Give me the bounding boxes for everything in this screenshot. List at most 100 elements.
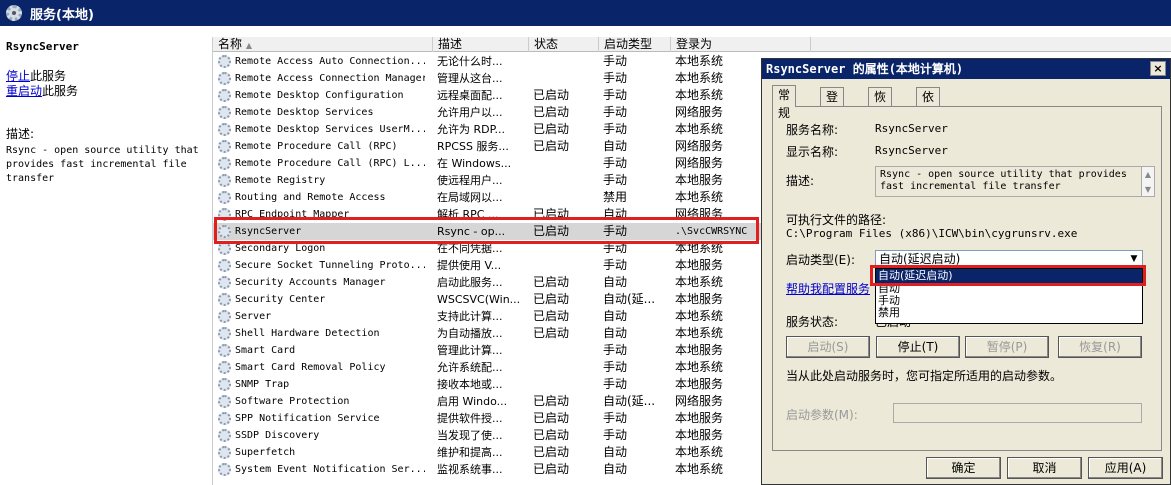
params-input[interactable] [893,403,1142,423]
row-name: Shell Hardware Detection [235,328,380,339]
row-startup: 自动(延... [603,292,656,306]
highlight-selected-row [214,217,759,244]
service-gear-icon [218,276,231,289]
dialog-title-bar: RsyncServer 的属性(本地计算机) × [762,59,1170,79]
stop-service-link[interactable]: 停止 [6,69,30,83]
window-title: 服务(本地) [30,7,94,23]
tab-dependencies[interactable]: 依存关系 [916,87,941,158]
row-logon: 本地服务 [675,343,724,357]
service-gear-icon [218,344,231,357]
row-startup: 手动 [603,411,628,425]
column-header-startup[interactable]: 启动类型 [599,37,671,52]
row-name: Superfetch [235,447,296,458]
row-startup: 自动(延... [603,394,656,408]
service-gear-icon [218,446,231,459]
column-header-name[interactable]: 名称 ▲ [213,37,433,52]
service-gear-icon [218,293,231,306]
service-name-label: 服务名称: [786,123,839,137]
service-gear-icon [218,55,231,68]
description-scrollbar[interactable]: ▲ ▼ [1141,166,1155,197]
help-configure-link[interactable]: 帮助我配置服务 [786,280,870,297]
row-description: 监视系统事... [437,463,503,476]
restart-service-link[interactable]: 重启动 [6,84,42,98]
ok-button[interactable]: 确定 [926,457,1001,479]
description-text: Rsync - open source utility that provide… [6,145,199,184]
general-tab-panel: 服务名称: RsyncServer 显示名称: RsyncServer 描述: … [772,106,1162,451]
status-label: 服务状态: [786,315,839,329]
startup-option-manual[interactable]: 手动 [876,295,1142,307]
row-name: Remote Procedure Call (RPC) L... [235,158,425,169]
column-header-logon[interactable]: 登录为 [671,37,811,52]
gear-icon [6,5,22,21]
row-name: Smart Card Removal Policy [235,362,386,373]
row-status: 已启动 [533,309,570,323]
row-description: 在 Windows... [437,157,512,170]
apply-button[interactable]: 应用(A) [1088,457,1163,479]
row-description: 允许用户以... [437,106,503,119]
service-gear-icon [218,174,231,187]
row-description: 当发现了使... [437,429,503,442]
display-name-label: 显示名称: [786,145,839,159]
row-logon: 本地系统 [675,360,724,374]
row-logon: 本地系统 [675,71,724,85]
row-name: Security Accounts Manager [235,277,386,288]
row-name: Remote Registry [235,175,326,186]
row-description: 管理此计算... [437,344,503,357]
row-logon: 本地系统 [675,122,724,136]
tab-logon[interactable]: 登录 [820,87,845,122]
row-status: 已启动 [533,275,570,289]
row-name: Remote Desktop Services UserM... [235,124,425,135]
row-startup: 手动 [603,88,628,102]
row-logon: 本地系统 [675,326,724,340]
row-logon: 本地服务 [675,411,724,425]
params-hint: 当从此处启动服务时，您可指定所适用的启动参数。 [786,369,1063,383]
sort-arrow-icon: ▲ [245,41,252,50]
start-button[interactable]: 启动(S) [786,336,870,358]
properties-dialog: RsyncServer 的属性(本地计算机) × 常规 登录 恢复 依存关系 服… [761,58,1171,485]
row-name: Secure Socket Tunneling Proto... [235,260,425,271]
row-description: 远程桌面配... [437,89,503,102]
row-startup: 手动 [603,122,628,136]
column-header-status[interactable]: 状态 [529,37,599,52]
selected-service-name: RsyncServer [6,40,79,53]
row-startup: 自动 [603,462,628,476]
stop-service-suffix: 此服务 [30,69,67,83]
service-name-value: RsyncServer [875,122,948,135]
tab-recovery[interactable]: 恢复 [868,87,893,122]
row-name: Remote Desktop Services [235,107,374,118]
row-startup: 自动 [603,445,628,459]
row-name: Remote Access Auto Connection... [235,56,425,67]
service-gear-icon [218,378,231,391]
row-logon: 网络服务 [675,139,724,153]
startup-option-disabled[interactable]: 禁用 [876,307,1142,319]
service-detail-pane: RsyncServer 停止此服务 重启动此服务 描述: Rsync - ope… [0,26,210,485]
description-label: 描述: [6,127,35,141]
row-logon: 本地服务 [675,292,724,306]
row-description: RPCSS 服务... [437,140,509,153]
row-description: 允许系统配... [437,361,503,374]
service-gear-icon [218,123,231,136]
row-status: 已启动 [533,88,570,102]
column-header-description[interactable]: 描述 [433,37,529,52]
row-logon: 本地服务 [675,377,724,391]
service-gear-icon [218,89,231,102]
row-logon: 本地系统 [675,445,724,459]
stop-button[interactable]: 停止(T) [876,336,960,358]
service-gear-icon [218,361,231,374]
close-button[interactable]: × [1150,61,1166,76]
row-logon: 网络服务 [675,105,724,119]
resume-button[interactable]: 恢复(R) [1058,336,1142,358]
row-logon: 网络服务 [675,156,724,170]
cancel-button[interactable]: 取消 [1007,457,1082,479]
row-startup: 自动 [603,139,628,153]
row-startup: 手动 [603,156,628,170]
row-description: 提供软件授... [437,412,503,425]
service-gear-icon [218,191,231,204]
row-logon: 本地系统 [675,275,724,289]
row-logon: 本地系统 [675,309,724,323]
pause-button[interactable]: 暂停(P) [965,336,1049,358]
tab-general[interactable]: 常规 [772,85,797,120]
row-logon: 网络服务 [675,394,724,408]
service-gear-icon [218,106,231,119]
startup-type-value: 自动(延迟启动) [879,252,961,266]
